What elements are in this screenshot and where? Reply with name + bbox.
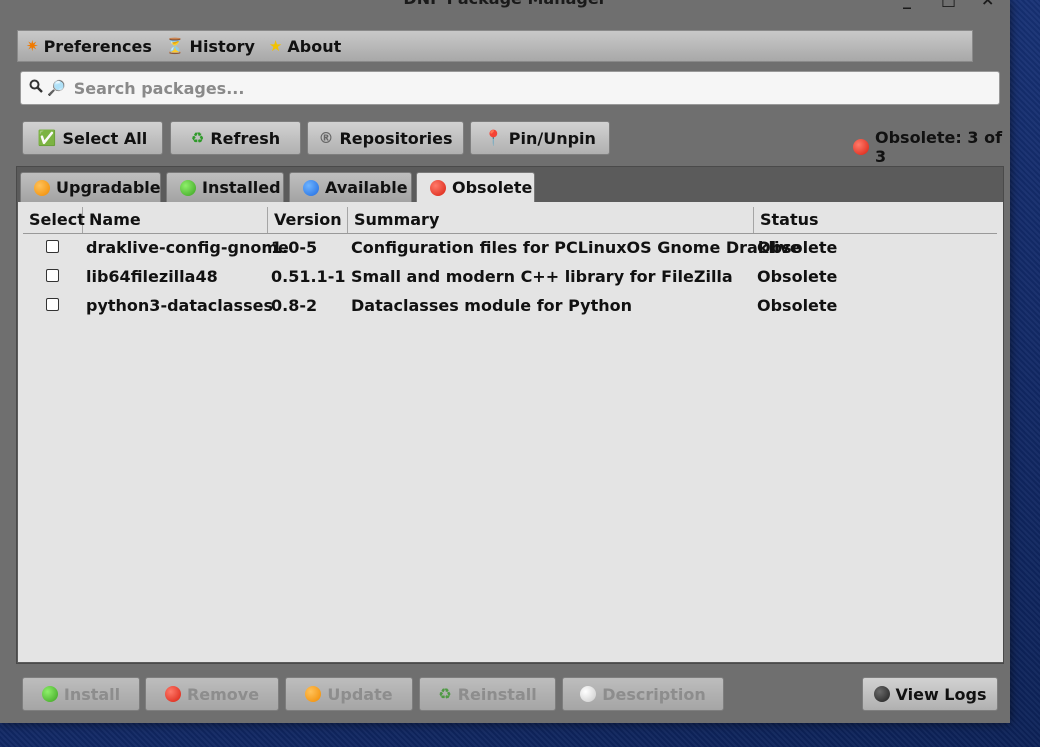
status-text: Obsolete: 3 of 3 (875, 128, 1003, 166)
refresh-button[interactable]: ♻ Refresh (170, 121, 301, 155)
table-row[interactable]: draklive-config-gnome 1.0-5 Configuratio… (23, 233, 997, 262)
row-select-checkbox[interactable] (46, 240, 59, 253)
package-name: draklive-config-gnome (86, 238, 289, 257)
black-dot-icon (873, 686, 890, 702)
green-dot-icon (180, 179, 196, 196)
registered-icon: ® (318, 129, 334, 147)
tab-installed-label: Installed (202, 178, 281, 197)
menu-preferences-label: Preferences (43, 36, 152, 56)
preferences-icon: ✷ (26, 37, 39, 55)
install-button[interactable]: Install (22, 677, 140, 711)
tab-available[interactable]: Available (289, 172, 412, 202)
description-button[interactable]: Description (562, 677, 724, 711)
repositories-button[interactable]: ® Repositories (307, 121, 464, 155)
window-title: DNF Package Manager (0, 0, 1010, 8)
title-bar: DNF Package Manager _ □ × (0, 0, 1010, 14)
package-summary: Small and modern C++ library for FileZil… (351, 267, 733, 286)
remove-label: Remove (186, 684, 260, 704)
menu-about-label: About (287, 36, 342, 56)
install-label: Install (63, 684, 121, 704)
update-label: Update (327, 684, 393, 704)
table-row[interactable]: python3-dataclasses 0.8-2 Dataclasses mo… (23, 291, 997, 320)
view-logs-button[interactable]: View Logs (862, 677, 998, 711)
orange-dot-icon (34, 179, 50, 196)
close-window-button[interactable]: × (981, 0, 994, 9)
tab-upgradable-label: Upgradable (56, 178, 161, 197)
red-dot-icon (853, 139, 869, 155)
package-summary: Dataclasses module for Python (351, 296, 632, 315)
pin-unpin-label: Pin/Unpin (508, 128, 596, 148)
refresh-label: Refresh (210, 128, 281, 148)
package-status: Obsolete (757, 267, 838, 286)
pin-icon: 📍 (484, 129, 503, 147)
reinstall-label: Reinstall (457, 684, 537, 704)
package-status: Obsolete (757, 296, 838, 315)
search-box[interactable]: 🔎 (20, 71, 1000, 105)
menu-bar: ✷ Preferences ⏳ History ★ About (17, 30, 973, 62)
maximize-button[interactable]: □ (941, 0, 956, 9)
row-select-checkbox[interactable] (46, 298, 59, 311)
minimize-button[interactable]: _ (903, 0, 911, 9)
red-dot-icon (430, 179, 446, 196)
column-header-name[interactable]: Name (83, 207, 268, 233)
blue-dot-icon (303, 179, 319, 196)
orange-dot-icon (305, 686, 322, 702)
column-header-summary[interactable]: Summary (348, 207, 754, 233)
select-all-button[interactable]: ✅ Select All (22, 121, 163, 155)
package-name: lib64filezilla48 (86, 267, 218, 286)
column-header-status[interactable]: Status (754, 207, 997, 233)
recycle-icon: ♻ (438, 685, 452, 703)
menu-preferences[interactable]: ✷ Preferences (26, 37, 152, 56)
description-label: Description (602, 684, 706, 704)
view-logs-label: View Logs (895, 684, 987, 704)
tab-obsolete-label: Obsolete (452, 178, 533, 197)
update-button[interactable]: Update (285, 677, 413, 711)
recycle-icon: ♻ (190, 129, 205, 147)
tab-available-label: Available (325, 178, 408, 197)
status-indicator: Obsolete: 3 of 3 (853, 128, 1010, 166)
menu-history-label: History (189, 36, 255, 56)
table-row[interactable]: lib64filezilla48 0.51.1-1 Small and mode… (23, 262, 997, 291)
tab-upgradable[interactable]: Upgradable (20, 172, 161, 202)
package-version: 0.51.1-1 (271, 267, 346, 286)
checkmark-icon: ✅ (37, 129, 57, 147)
white-dot-icon (580, 686, 597, 702)
green-dot-icon (41, 686, 58, 702)
column-header-select[interactable]: Select (23, 207, 85, 233)
red-dot-icon (164, 686, 181, 702)
package-version: 0.8-2 (271, 296, 318, 315)
magnifier-glass-icon: 🔎 (47, 79, 66, 97)
hourglass-icon: ⏳ (165, 37, 185, 55)
menu-history[interactable]: ⏳ History (166, 37, 255, 56)
star-icon: ★ (268, 37, 283, 55)
remove-button[interactable]: Remove (145, 677, 279, 711)
select-all-label: Select All (62, 128, 148, 148)
table-header: Select Name Version Summary Status (23, 207, 997, 234)
search-input[interactable] (71, 77, 999, 99)
tab-installed[interactable]: Installed (166, 172, 284, 202)
column-header-version[interactable]: Version (268, 207, 348, 233)
app-window: DNF Package Manager _ □ × ✷ Preferences … (0, 0, 1010, 723)
repositories-label: Repositories (339, 128, 453, 148)
row-select-checkbox[interactable] (46, 269, 59, 282)
package-version: 1.0-5 (271, 238, 318, 257)
reinstall-button[interactable]: ♻ Reinstall (419, 677, 556, 711)
search-icon (29, 79, 43, 97)
package-status: Obsolete (757, 238, 838, 257)
menu-about[interactable]: ★ About (269, 37, 341, 56)
package-summary: Configuration files for PCLinuxOS Gnome … (351, 238, 801, 257)
package-name: python3-dataclasses (86, 296, 273, 315)
tab-obsolete[interactable]: Obsolete (416, 172, 535, 202)
pin-unpin-button[interactable]: 📍 Pin/Unpin (470, 121, 610, 155)
